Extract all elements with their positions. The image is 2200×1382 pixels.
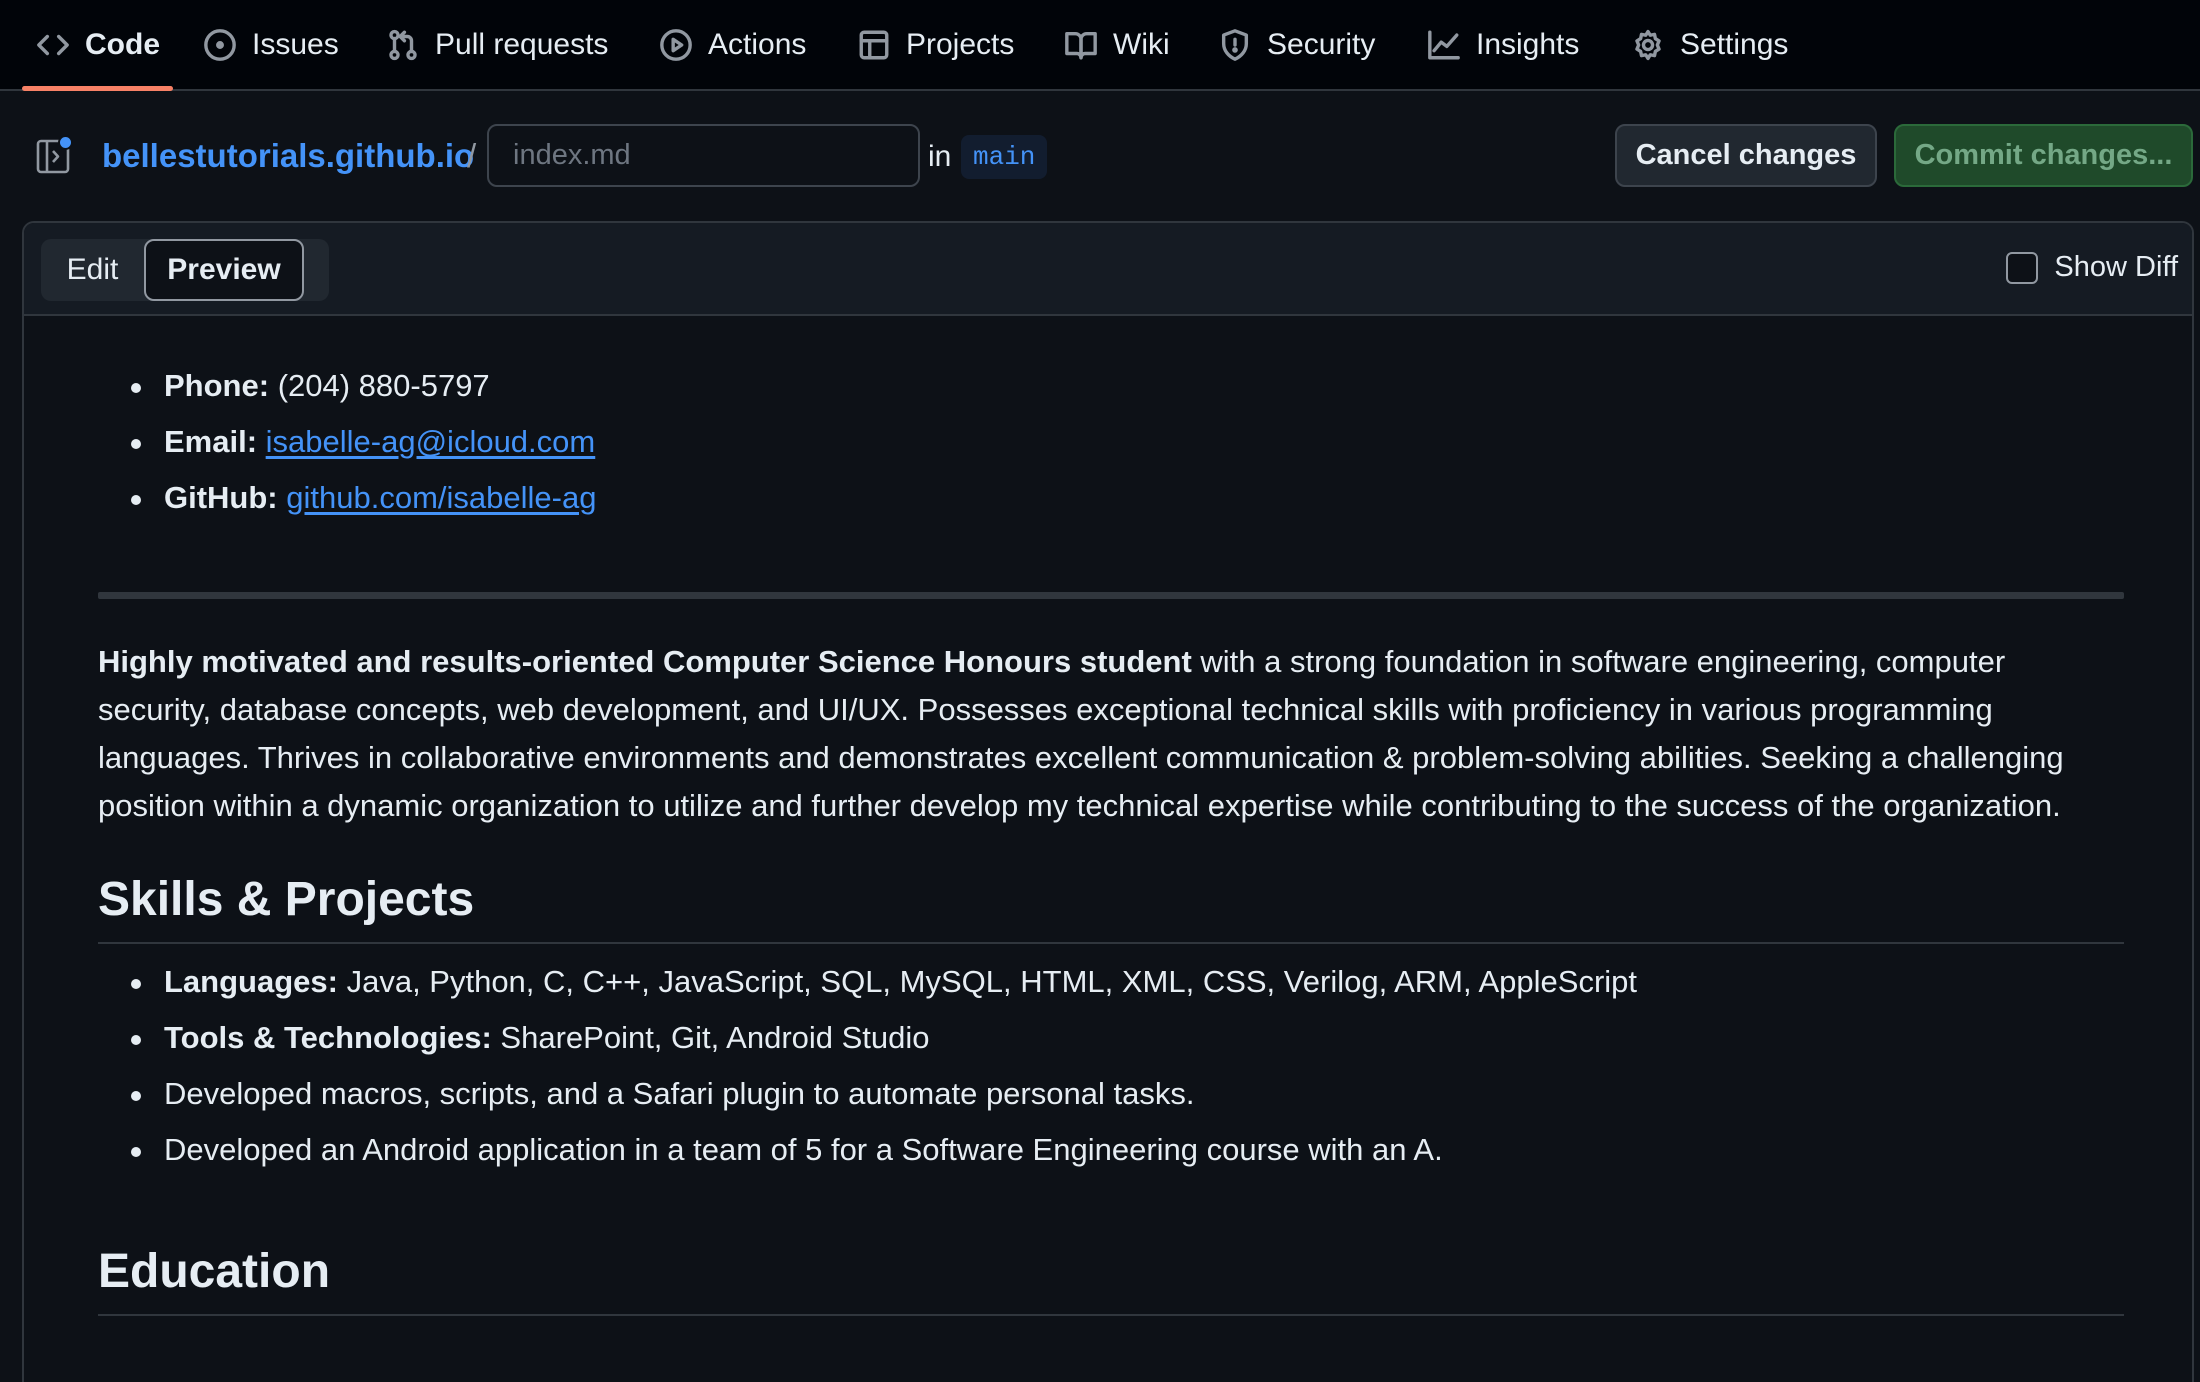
skill-value: Java, Python, C, C++, JavaScript, SQL, M… — [337, 964, 1638, 999]
tab-actions-label: Actions — [708, 27, 807, 61]
tab-issues[interactable]: Issues — [203, 0, 339, 89]
tab-wiki-label: Wiki — [1113, 27, 1170, 61]
path-separator: / — [467, 137, 477, 174]
tab-security[interactable]: Security — [1218, 0, 1375, 89]
selected-tab-indicator — [22, 86, 173, 91]
git-pull-request-icon — [389, 29, 417, 60]
skill-key: Languages: — [164, 964, 338, 999]
tab-insights[interactable]: Insights — [1427, 0, 1579, 89]
tab-security-label: Security — [1267, 27, 1376, 61]
editor-tab-group: Edit Preview — [41, 239, 329, 301]
branch-in-label: in — [928, 140, 952, 173]
tab-projects[interactable]: Projects — [857, 0, 1014, 89]
skill-value: SharePoint, Git, Android Studio — [491, 1020, 930, 1055]
show-diff-toggle[interactable]: Show Diff — [2006, 251, 2178, 284]
skill-value: Developed an Android application in a te… — [164, 1132, 1443, 1167]
issue-opened-icon — [204, 28, 236, 61]
horizontal-rule — [98, 592, 2124, 599]
code-icon — [37, 34, 69, 55]
list-item: Developed an Android application in a te… — [98, 1122, 1637, 1178]
cancel-changes-button[interactable]: Cancel changes — [1615, 124, 1877, 187]
list-item: GitHub: github.com/isabelle-ag — [98, 470, 596, 526]
list-item: Developed macros, scripts, and a Safari … — [98, 1066, 1637, 1122]
repo-name-link[interactable]: bellestutorials.github.io — [102, 135, 474, 177]
summary-bold: Highly motivated and results-oriented Co… — [98, 644, 1192, 679]
tab-insights-label: Insights — [1476, 27, 1580, 61]
graph-icon — [1428, 30, 1460, 59]
skills-heading: Skills & Projects — [98, 873, 475, 926]
contact-key: Phone: — [164, 368, 270, 403]
heading-rule — [98, 942, 2124, 944]
list-item: Tools & Technologies: SharePoint, Git, A… — [98, 1010, 1637, 1066]
book-icon — [1065, 31, 1097, 59]
show-diff-checkbox[interactable] — [2006, 251, 2039, 284]
tab-projects-label: Projects — [906, 27, 1015, 61]
skill-value: Developed macros, scripts, and a Safari … — [164, 1076, 1195, 1111]
tab-pull-requests[interactable]: Pull requests — [386, 0, 608, 89]
education-heading: Education — [98, 1245, 331, 1298]
github-link[interactable]: github.com/isabelle-ag — [286, 480, 596, 515]
tab-preview[interactable]: Preview — [144, 239, 304, 301]
tab-settings-label: Settings — [1680, 27, 1789, 61]
notification-dot — [58, 135, 73, 150]
contact-value: (204) 880-5797 — [277, 368, 490, 403]
list-item: Email: isabelle-ag@icloud.com — [98, 414, 596, 470]
tab-issues-label: Issues — [252, 27, 339, 61]
summary-paragraph: Highly motivated and results-oriented Co… — [98, 638, 2124, 830]
shield-icon — [1221, 28, 1249, 61]
tab-code-label: Code — [85, 27, 160, 61]
filename-input[interactable] — [487, 124, 920, 187]
tab-settings[interactable]: Settings — [1631, 0, 1788, 89]
tab-wiki[interactable]: Wiki — [1064, 0, 1170, 89]
list-item: Languages: Java, Python, C, C++, JavaScr… — [98, 954, 1637, 1010]
file-editor: Edit Preview Show Diff Phone: (204) 880-… — [22, 221, 2194, 1382]
branch-name: main — [961, 135, 1048, 179]
contact-key: Email: — [164, 424, 258, 459]
tab-pull-requests-label: Pull requests — [435, 27, 609, 61]
editor-header: Edit Preview Show Diff — [24, 223, 2192, 316]
skill-key: Tools & Technologies: — [164, 1020, 492, 1055]
commit-changes-button[interactable]: Commit changes... — [1894, 124, 2193, 187]
list-item: Phone: (204) 880-5797 — [98, 358, 596, 414]
contact-list: Phone: (204) 880-5797 Email: isabelle-ag… — [98, 358, 596, 526]
tab-code[interactable]: Code — [36, 0, 160, 89]
contact-key: GitHub: — [164, 480, 278, 515]
heading-rule — [98, 1314, 2124, 1316]
gear-icon — [1635, 29, 1661, 60]
play-icon — [660, 28, 692, 61]
skills-list: Languages: Java, Python, C, C++, JavaScr… — [98, 954, 1637, 1178]
tab-actions[interactable]: Actions — [659, 0, 806, 89]
email-link[interactable]: isabelle-ag@icloud.com — [266, 424, 596, 459]
show-diff-label: Show Diff — [2054, 251, 2178, 283]
sidebar-toggle-button[interactable] — [36, 135, 74, 174]
repo-nav: Code Issues Pull requests Actions Projec… — [0, 0, 2200, 91]
table-icon — [859, 30, 889, 59]
tab-edit[interactable]: Edit — [41, 239, 144, 301]
